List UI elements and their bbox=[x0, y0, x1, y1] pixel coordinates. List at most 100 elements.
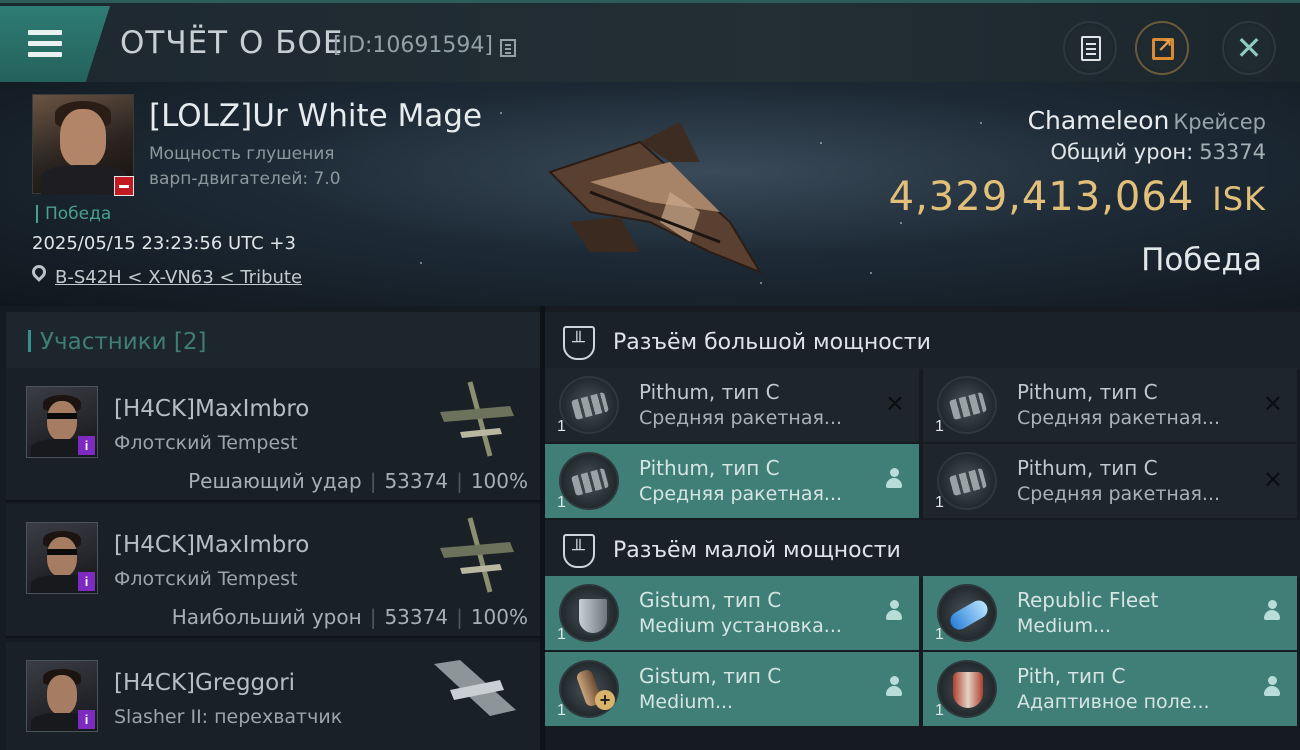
high-slot-header: Разъём большой мощности bbox=[545, 312, 1300, 370]
copy-icon[interactable] bbox=[500, 39, 516, 57]
module-item[interactable]: 1 Gistum, тип C Medium установка... bbox=[545, 576, 919, 650]
victim-stat-line2: варп-двигателей: 7.0 bbox=[149, 169, 341, 189]
victim-stat: Мощность глушения варп-двигателей: 7.0 bbox=[149, 142, 341, 192]
total-damage: Общий урон: 53374 bbox=[1051, 140, 1266, 164]
menu-button[interactable] bbox=[0, 6, 110, 82]
module-item[interactable]: 1 Pithum, тип C Средняя ракетная... ✕ bbox=[923, 368, 1297, 442]
destroyed-icon: ✕ bbox=[1262, 467, 1283, 494]
missile-launcher-icon bbox=[559, 376, 619, 434]
module-name: Gistum, тип C bbox=[639, 664, 782, 688]
participant-ship: Флотский Tempest bbox=[114, 568, 298, 590]
participants-panel: Участники [2] i [H4CK]MaxImbro Флотский … bbox=[0, 306, 540, 750]
battle-outcome: Победа bbox=[1141, 242, 1262, 278]
low-slot-title: Разъём малой мощности bbox=[613, 538, 901, 563]
participant-damage: 53374 bbox=[384, 469, 449, 493]
destroyed-icon: ✕ bbox=[1262, 391, 1283, 418]
module-name: Pithum, тип C bbox=[639, 456, 780, 480]
participant-ship-icon bbox=[434, 660, 516, 716]
participant-stats: Наибольший урон | 53374 | 100% bbox=[171, 605, 528, 629]
total-damage-label: Общий урон: bbox=[1050, 140, 1194, 164]
participant-ship: Флотский Tempest bbox=[114, 432, 298, 454]
module-desc: Средняя ракетная... bbox=[639, 483, 843, 505]
corp-badge-icon: i bbox=[78, 436, 95, 455]
module-qty: 1 bbox=[935, 418, 944, 435]
victim-ship[interactable]: Chameleon Крейсер bbox=[1028, 106, 1266, 135]
module-desc: Medium... bbox=[1017, 615, 1112, 637]
module-name: Pithum, тип C bbox=[1017, 380, 1158, 404]
participant-ship-icon bbox=[440, 381, 514, 457]
missile-launcher-icon bbox=[559, 452, 619, 510]
adaptive-field-icon bbox=[937, 660, 997, 718]
participants-header[interactable]: Участники [2] bbox=[6, 312, 540, 368]
isk-value: 4,329,413,064 ISK bbox=[889, 174, 1266, 220]
module-name: Pithum, тип C bbox=[1017, 456, 1158, 480]
dropped-user-icon bbox=[885, 600, 903, 622]
module-name: Pithum, тип C bbox=[639, 380, 780, 404]
loss-badge-icon bbox=[114, 176, 134, 196]
participant-percent: 100% bbox=[470, 469, 528, 493]
share-icon bbox=[1152, 35, 1174, 60]
participant-row[interactable]: i [H4CK]Greggori Slasher II: перехватчик bbox=[6, 642, 540, 750]
corp-badge-icon: i bbox=[78, 710, 95, 729]
high-slot-icon bbox=[563, 326, 595, 360]
kill-datetime: 2025/05/15 23:23:56 UTC +3 bbox=[32, 233, 296, 254]
dropped-user-icon bbox=[885, 468, 903, 490]
dropped-user-icon bbox=[885, 676, 903, 698]
module-qty: 1 bbox=[557, 494, 566, 511]
top-bar: ОТЧЁТ О БОЕ [ID:10691594] ✕ bbox=[0, 0, 1300, 82]
total-damage-value: 53374 bbox=[1199, 140, 1266, 164]
participant-avatar[interactable]: i bbox=[26, 522, 98, 594]
victim-ship-name: Chameleon bbox=[1027, 106, 1170, 135]
participant-role: Наибольший урон bbox=[171, 605, 362, 629]
module-item[interactable]: 1 Pithum, тип C Средняя ракетная... ✕ bbox=[545, 368, 919, 442]
victim-summary: [LOLZ]Ur White Mage Мощность глушения ва… bbox=[0, 82, 1300, 306]
module-qty: 1 bbox=[557, 418, 566, 435]
participant-damage: 53374 bbox=[384, 605, 449, 629]
victim-ship-class: Крейсер bbox=[1173, 110, 1266, 134]
participant-row[interactable]: i [H4CK]MaxImbro Флотский Tempest Решающ… bbox=[6, 368, 540, 502]
participant-avatar[interactable]: i bbox=[26, 386, 98, 458]
module-item[interactable]: 1 Pithum, тип C Средняя ракетная... ✕ bbox=[923, 444, 1297, 518]
participant-stats: Решающий удар | 53374 | 100% bbox=[188, 469, 528, 493]
participant-avatar[interactable]: i bbox=[26, 660, 98, 732]
module-qty: 1 bbox=[557, 626, 566, 643]
propulsion-module-icon bbox=[937, 584, 997, 642]
victim-stat-line1: Мощность глушения bbox=[149, 144, 335, 164]
share-button[interactable] bbox=[1135, 21, 1189, 75]
module-desc: Medium... bbox=[639, 691, 734, 713]
fitting-panel: Разъём большой мощности 1 Pithum, тип C … bbox=[545, 306, 1300, 750]
participant-percent: 100% bbox=[470, 605, 528, 629]
module-name: Gistum, тип C bbox=[639, 588, 782, 612]
participant-ship: Slasher II: перехватчик bbox=[114, 706, 343, 728]
module-qty: 1 bbox=[935, 494, 944, 511]
participant-row[interactable]: i [H4CK]MaxImbro Флотский Tempest Наибол… bbox=[6, 504, 540, 638]
missile-launcher-icon bbox=[937, 376, 997, 434]
module-desc: Medium установка... bbox=[639, 615, 842, 637]
hamburger-menu-icon bbox=[28, 30, 62, 63]
module-desc: Адаптивное поле... bbox=[1017, 691, 1210, 713]
module-name: Republic Fleet bbox=[1017, 588, 1159, 612]
document-button[interactable] bbox=[1063, 21, 1117, 75]
high-slot-title: Разъём большой мощности bbox=[613, 330, 931, 355]
module-item[interactable]: 1 Republic Fleet Medium... bbox=[923, 576, 1297, 650]
victim-ship-image[interactable] bbox=[530, 102, 770, 292]
module-item[interactable]: 1 Pith, тип C Адаптивное поле... bbox=[923, 652, 1297, 726]
module-item[interactable]: 1 Gistum, тип C Medium... bbox=[545, 652, 919, 726]
close-icon: ✕ bbox=[1235, 30, 1263, 66]
location-pin-icon bbox=[29, 262, 49, 282]
victim-name[interactable]: [LOLZ]Ur White Mage bbox=[149, 98, 482, 134]
module-qty: 1 bbox=[935, 626, 944, 643]
module-item[interactable]: 1 Pithum, тип C Средняя ракетная... bbox=[545, 444, 919, 518]
module-qty: 1 bbox=[935, 702, 944, 719]
close-button[interactable]: ✕ bbox=[1222, 21, 1276, 75]
participant-role: Решающий удар bbox=[188, 469, 362, 493]
participant-name: [H4CK]MaxImbro bbox=[114, 532, 310, 558]
location-link[interactable]: B-S42H < X-VN63 < Tribute bbox=[55, 267, 302, 288]
low-slot-icon bbox=[563, 534, 595, 568]
participant-name: [H4CK]MaxImbro bbox=[114, 396, 310, 422]
shield-extender-icon bbox=[559, 584, 619, 642]
participants-title: Участники [2] bbox=[40, 329, 207, 355]
page-title: ОТЧЁТ О БОЕ bbox=[120, 25, 344, 61]
dropped-user-icon bbox=[1263, 600, 1281, 622]
shield-booster-icon bbox=[559, 660, 619, 718]
